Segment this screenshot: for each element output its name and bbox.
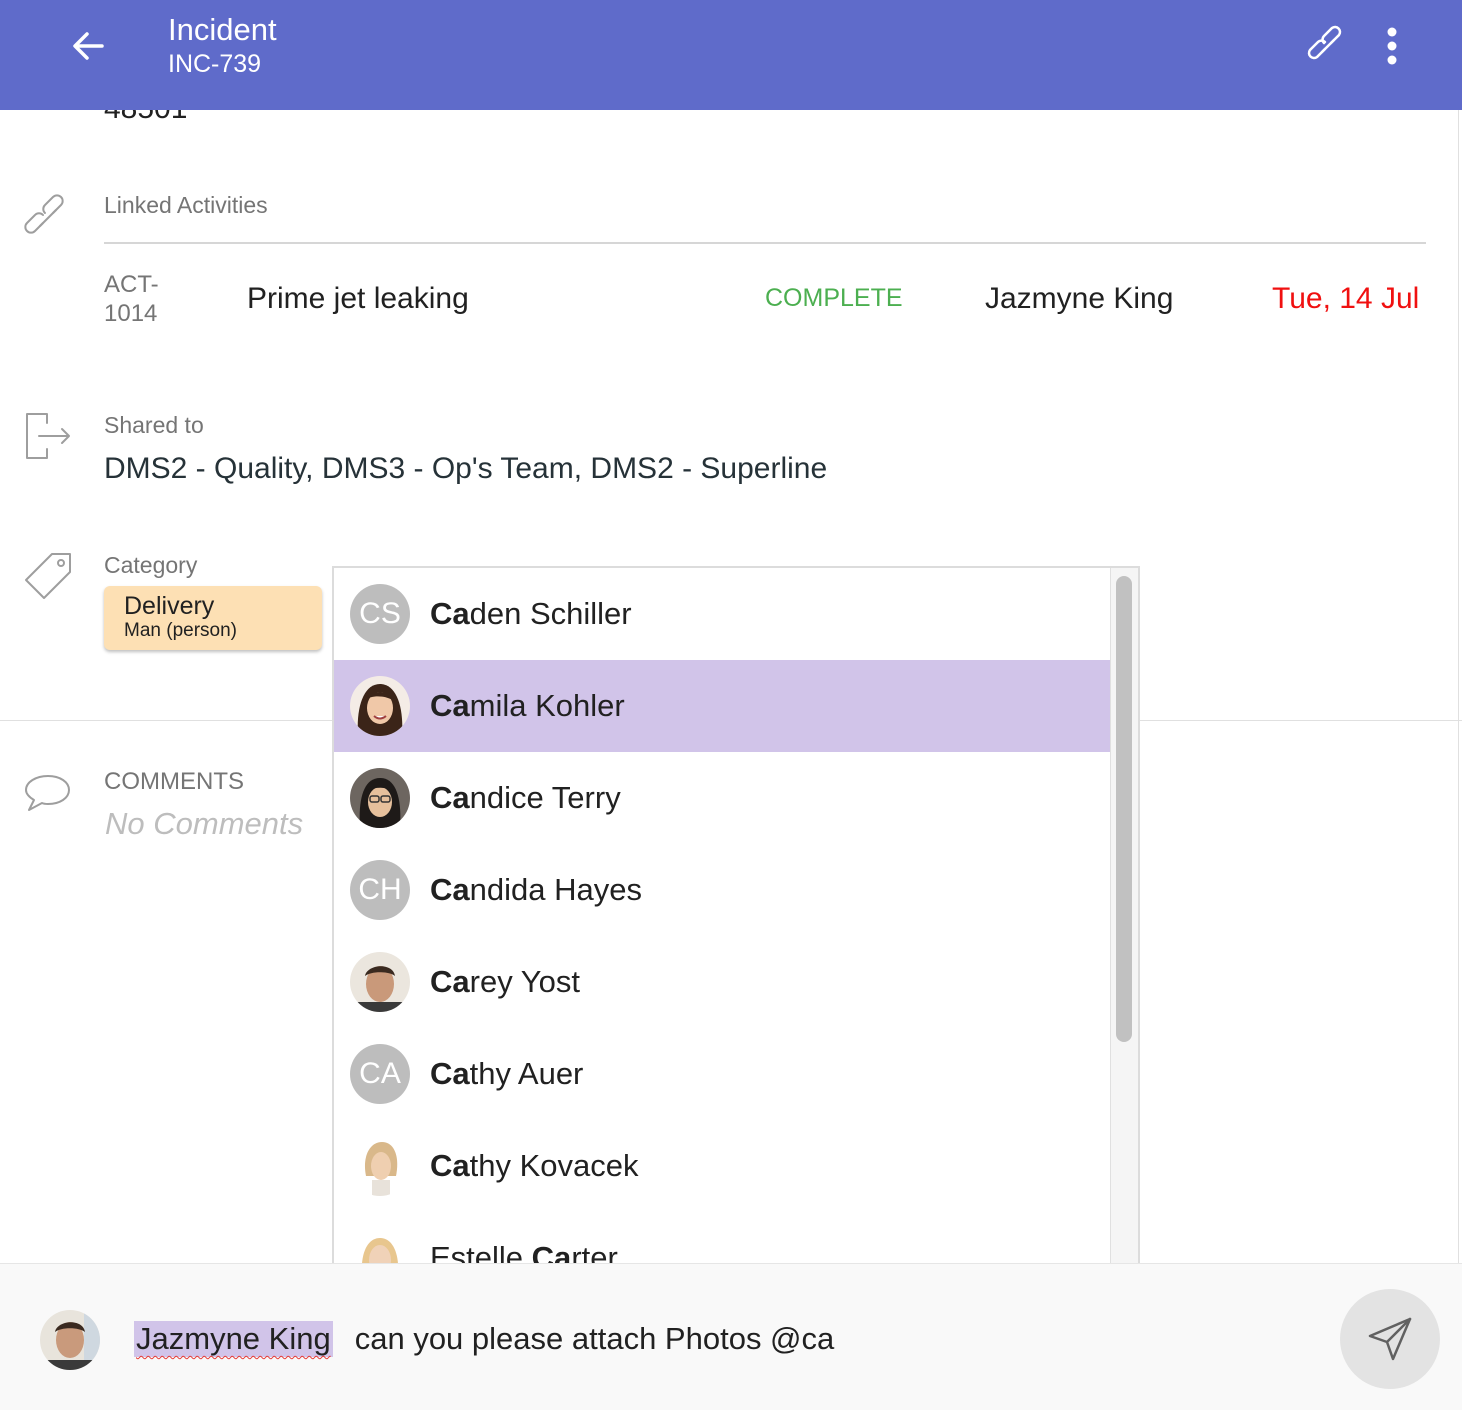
avatar	[40, 1310, 100, 1370]
avatar	[350, 1136, 410, 1196]
activity-assignee: Jazmyne King	[985, 282, 1174, 315]
suggestion-name: Candida Hayes	[430, 872, 642, 907]
activity-id: ACT-1014	[104, 271, 159, 327]
panel-edge	[1458, 110, 1459, 1263]
suggestion-item[interactable]: Carey Yost	[334, 936, 1110, 1028]
avatar	[350, 676, 410, 736]
more-options-button[interactable]	[1370, 18, 1414, 74]
page-title: Incident	[168, 12, 277, 47]
back-button[interactable]	[62, 22, 114, 70]
link-icon	[1307, 25, 1342, 60]
suggestion-item[interactable]: Cathy Kovacek	[334, 1120, 1110, 1212]
suggestion-name: Carey Yost	[430, 964, 580, 999]
mention-suggestions: CS Caden Schiller Camila Kohler Candice …	[332, 566, 1140, 1266]
arrow-left-icon	[73, 32, 104, 60]
share-exit-icon	[22, 410, 74, 462]
more-vertical-icon	[1387, 27, 1397, 65]
suggestion-name: Candice Terry	[430, 780, 621, 815]
avatar: CA	[350, 1044, 410, 1104]
comment-bubble-icon	[22, 768, 74, 820]
incident-screen: 48501 Incident INC-739 Linked Activities…	[0, 0, 1462, 1410]
divider	[104, 242, 1426, 244]
category-chip-title: Delivery	[124, 592, 215, 620]
linked-activities-label: Linked Activities	[104, 192, 268, 218]
tag-icon	[22, 550, 74, 602]
suggestion-item[interactable]: Estelle Carter	[334, 1212, 1110, 1264]
avatar: CH	[350, 860, 410, 920]
avatar	[350, 952, 410, 1012]
comment-text: can you please attach Photos @ca	[354, 1321, 835, 1356]
activity-title: Prime jet leaking	[247, 282, 469, 315]
suggestion-item[interactable]: CA Cathy Auer	[334, 1028, 1110, 1120]
comment-input[interactable]: Jazmyne King can you please attach Photo…	[134, 1314, 834, 1364]
suggestion-name: Cathy Kovacek	[430, 1148, 639, 1183]
app-header: Incident INC-739	[0, 0, 1462, 110]
category-chip-subtitle: Man (person)	[124, 620, 237, 641]
avatar	[350, 768, 410, 828]
suggestion-item[interactable]: Candice Terry	[334, 752, 1110, 844]
send-button[interactable]	[1340, 1289, 1440, 1389]
comments-label: COMMENTS	[104, 768, 244, 795]
link-button[interactable]	[1300, 18, 1356, 74]
category-label: Category	[104, 552, 198, 578]
shared-to-label: Shared to	[104, 412, 204, 438]
avatar	[350, 1228, 410, 1264]
avatar: CS	[350, 584, 410, 644]
suggestion-name: Caden Schiller	[430, 596, 632, 631]
category-chip[interactable]: Delivery Man (person)	[104, 586, 322, 650]
activity-due-date: Tue, 14 Jul	[1272, 282, 1420, 315]
no-comments-text: No Comments	[105, 806, 304, 841]
suggestion-item[interactable]: CS Caden Schiller	[334, 568, 1110, 660]
suggestion-item[interactable]: CH Candida Hayes	[334, 844, 1110, 936]
suggestion-name: Cathy Auer	[430, 1056, 584, 1091]
link-icon	[22, 192, 74, 244]
mention-tag: Jazmyne King	[134, 1321, 333, 1357]
shared-to-value: DMS2 - Quality, DMS3 - Op's Team, DMS2 -…	[104, 452, 828, 485]
suggestion-item-selected[interactable]: Camila Kohler	[334, 660, 1110, 752]
incident-id: INC-739	[168, 50, 262, 78]
suggestion-name: Camila Kohler	[430, 688, 625, 723]
status-badge: COMPLETE	[765, 284, 903, 312]
comment-composer: Jazmyne King can you please attach Photo…	[0, 1263, 1462, 1410]
send-icon	[1368, 1317, 1412, 1361]
scrollbar-thumb[interactable]	[1116, 576, 1132, 1042]
